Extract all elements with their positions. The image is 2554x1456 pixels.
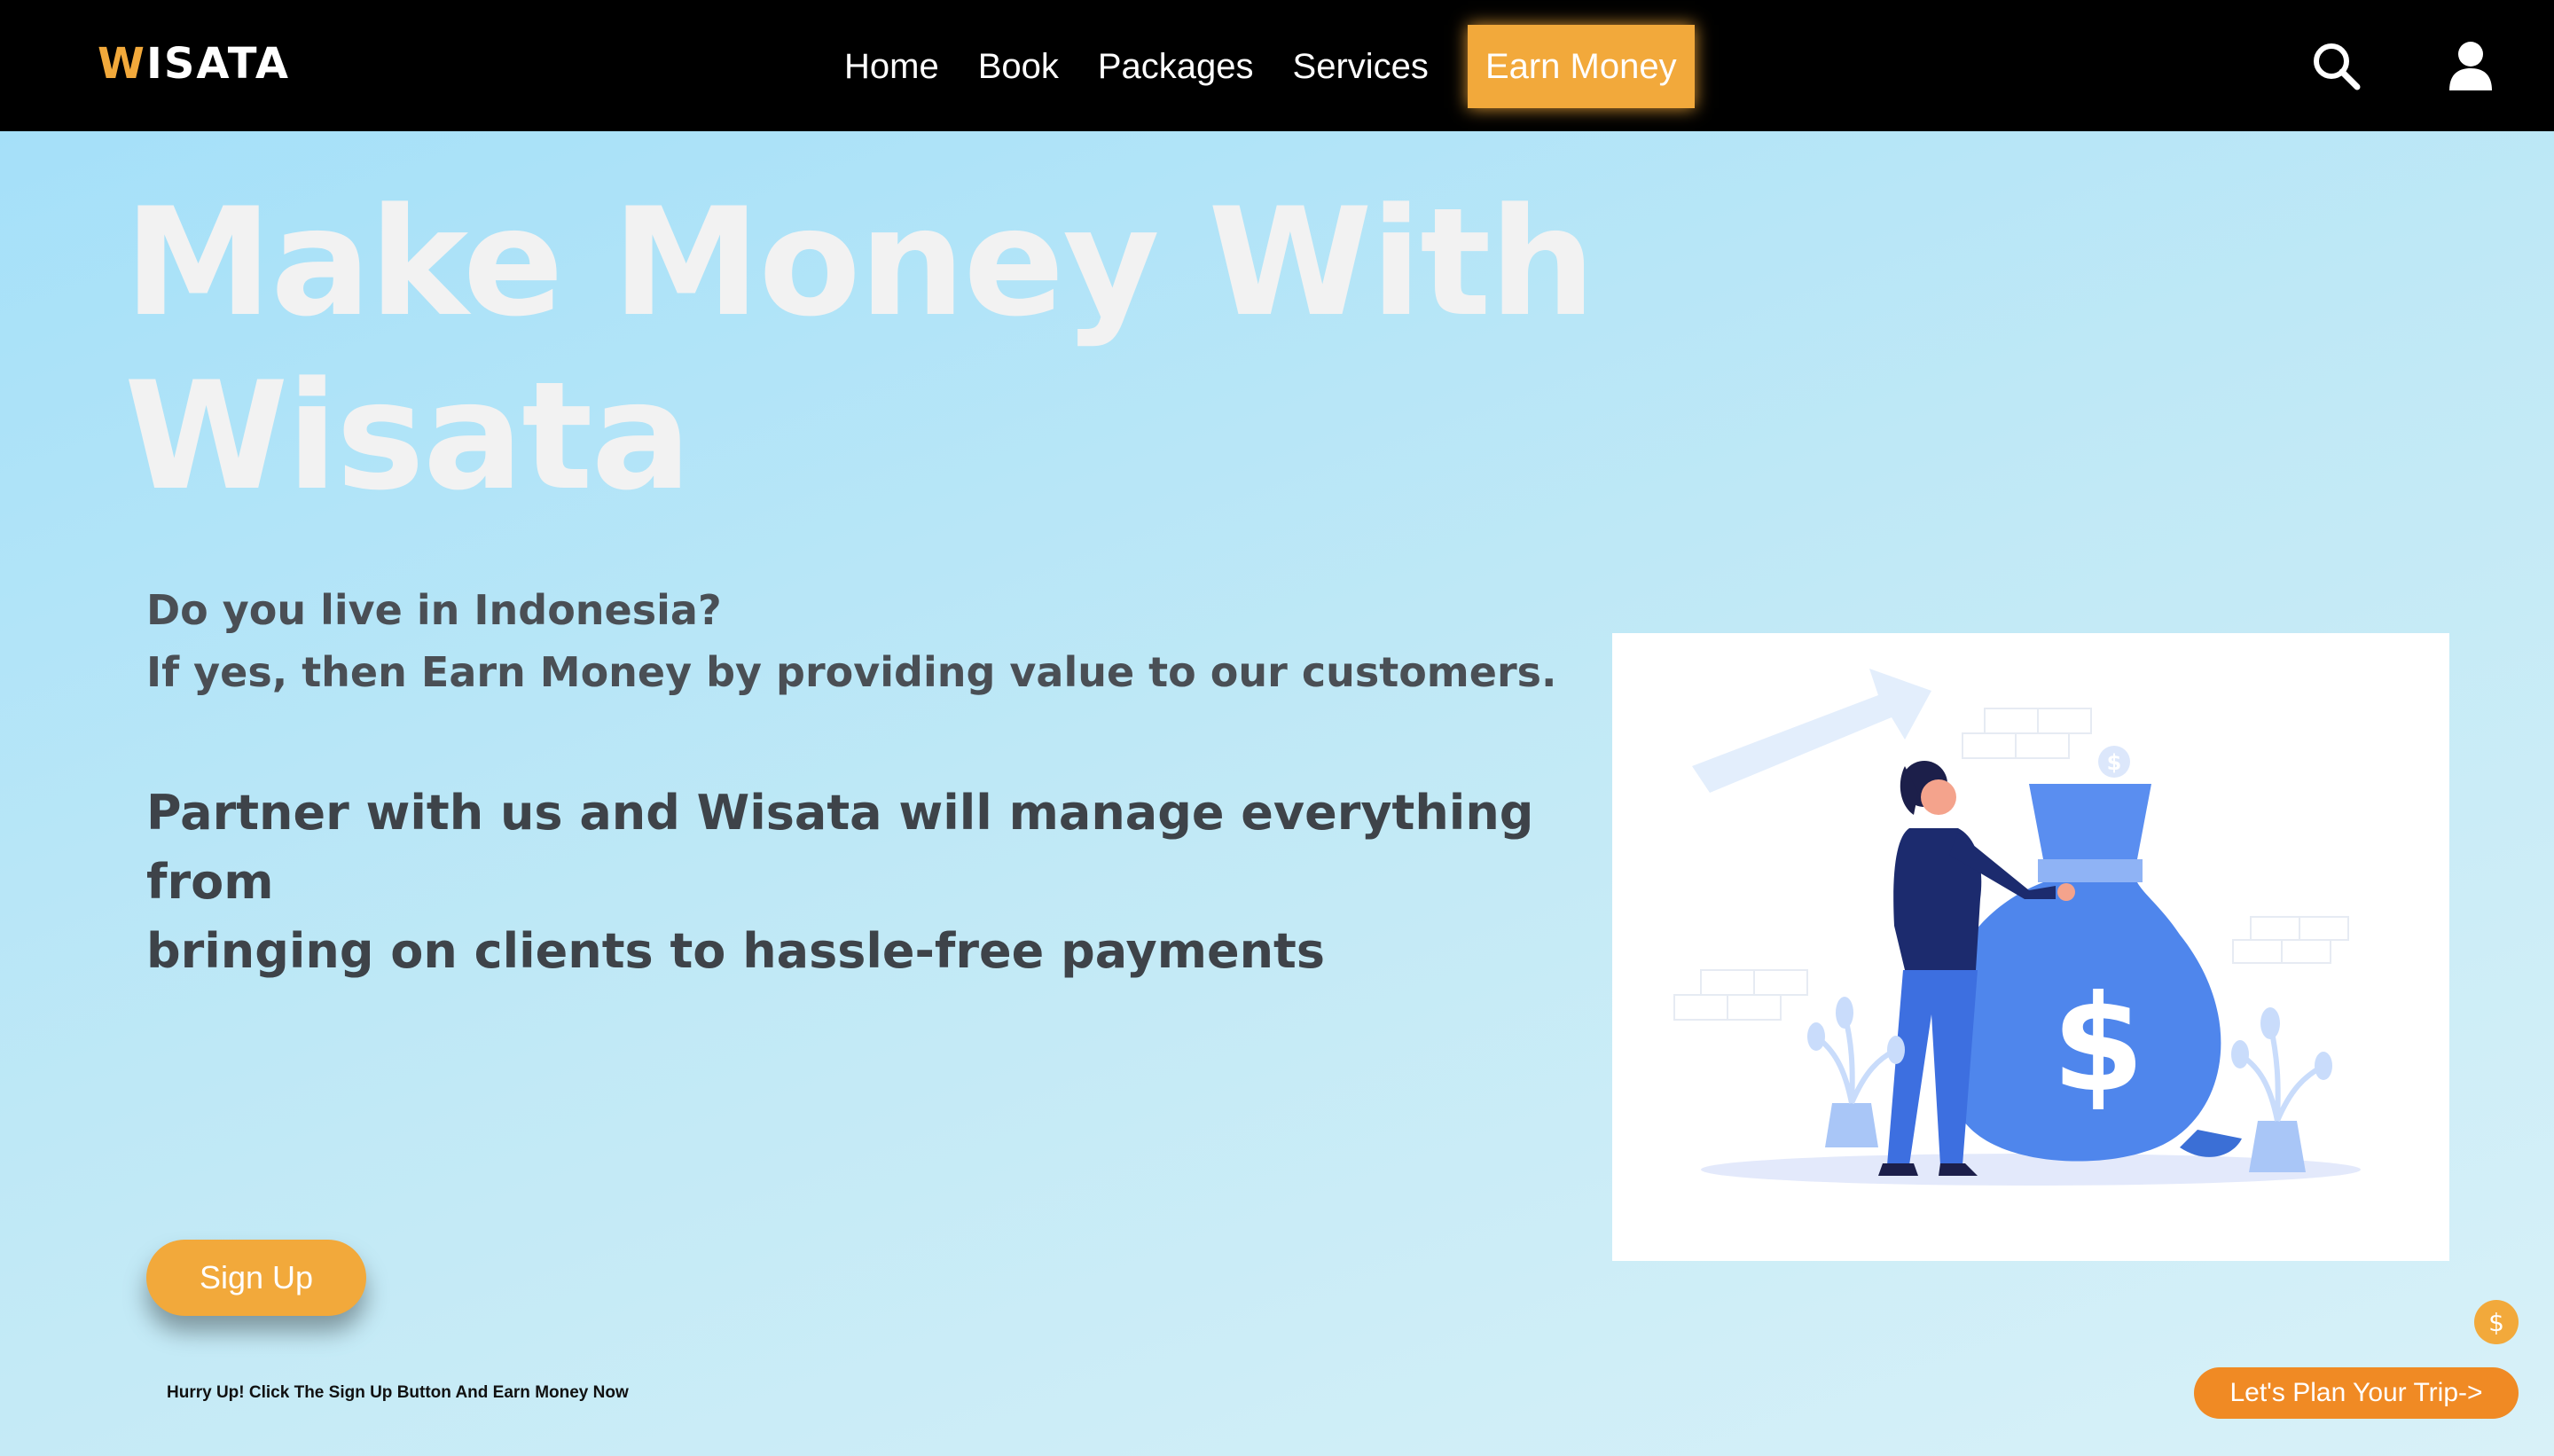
- partner-line-2: bringing on clients to hassle-free payme…: [146, 923, 1326, 979]
- money-bag-illustration: $ $: [1612, 633, 2449, 1261]
- main-menu: Home Book Packages Services Earn Money: [825, 25, 1695, 108]
- hero-section: Make Money With Wisata Do you live in In…: [0, 131, 2554, 1456]
- nav-item-services[interactable]: Services: [1273, 25, 1448, 108]
- nav-item-earn-money[interactable]: Earn Money: [1467, 25, 1695, 108]
- svg-text:$: $: [2107, 750, 2122, 775]
- dollar-coin-icon[interactable]: $: [2474, 1300, 2519, 1344]
- intro-line-2: If yes, then Earn Money by providing val…: [146, 648, 1557, 696]
- growth-arrow-icon: [1692, 669, 1931, 793]
- sign-up-button[interactable]: Sign Up: [146, 1240, 366, 1316]
- nav-item-packages[interactable]: Packages: [1078, 25, 1273, 108]
- plant-right: [2231, 1007, 2332, 1172]
- hurry-up-note: Hurry Up! Click The Sign Up Button And E…: [167, 1383, 629, 1402]
- intro-text: Do you live in Indonesia? If yes, then E…: [146, 579, 1654, 703]
- nav-item-book[interactable]: Book: [959, 25, 1078, 108]
- svg-text:$: $: [2052, 967, 2144, 1122]
- page-headline: Make Money With Wisata: [124, 176, 1632, 523]
- wisata-logo[interactable]: WISATA: [98, 39, 290, 89]
- logo-text: ISATA: [145, 39, 290, 89]
- search-icon[interactable]: [2309, 39, 2362, 92]
- logo-accent-letter: W: [98, 39, 146, 89]
- partner-text: Partner with us and Wisata will manage e…: [146, 779, 1565, 986]
- user-icon[interactable]: [2444, 39, 2497, 92]
- plant-left: [1807, 997, 1905, 1147]
- headline-line-2: Wisata: [124, 349, 692, 523]
- top-navbar: WISATA Home Book Packages Services Earn …: [0, 0, 2554, 131]
- nav-item-home[interactable]: Home: [825, 25, 959, 108]
- partner-line-1: Partner with us and Wisata will manage e…: [146, 785, 1534, 910]
- headline-line-1: Make Money With: [124, 176, 1595, 349]
- intro-line-1: Do you live in Indonesia?: [146, 586, 722, 634]
- plan-trip-button[interactable]: Let's Plan Your Trip->: [2194, 1367, 2519, 1419]
